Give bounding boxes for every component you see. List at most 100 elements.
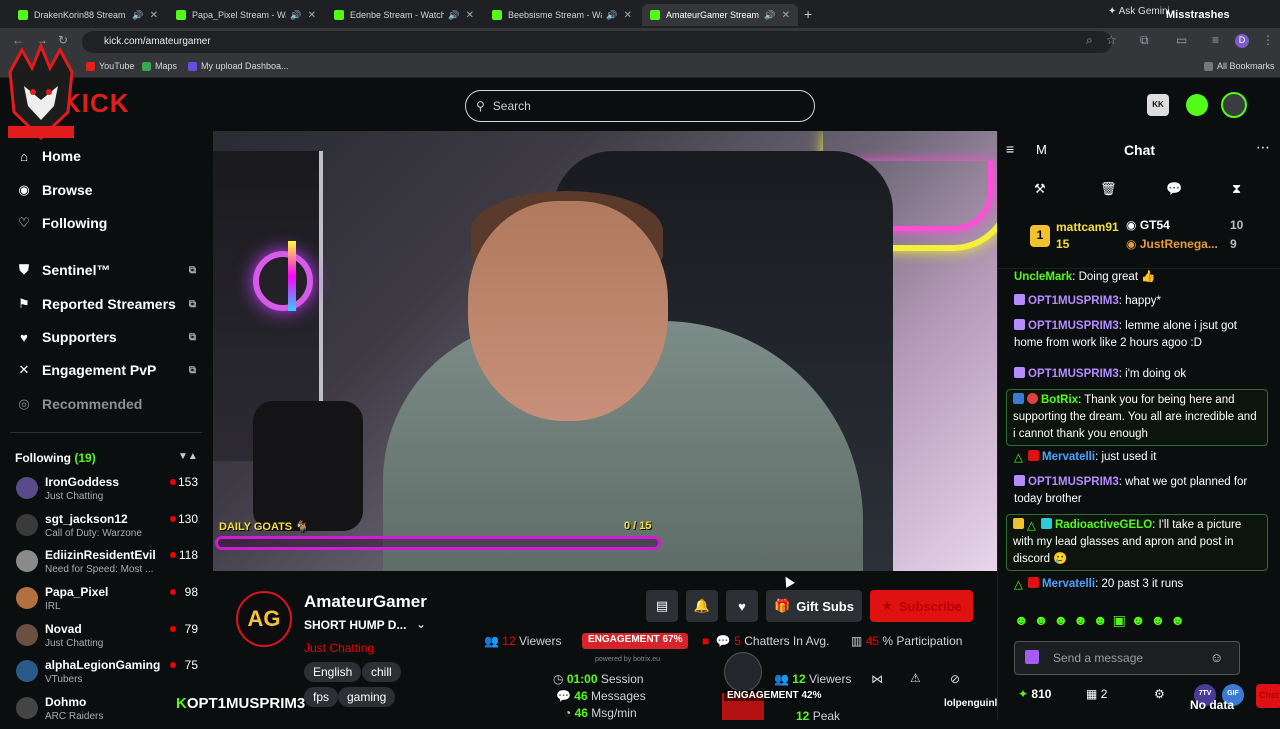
url-field[interactable]: kick.com/amateurgamer — [82, 31, 1112, 53]
share-icon[interactable]: ⋈ — [871, 672, 883, 686]
search-input[interactable]: ⚲ Search — [465, 90, 815, 122]
streamer-avatar[interactable]: AG — [236, 591, 292, 647]
ask-gemini-button[interactable]: ✦ Ask Gemini — [1108, 6, 1170, 17]
hammer-icon[interactable]: ⚒ — [1034, 181, 1046, 197]
browser-tab[interactable]: DrakenKorin88 Stream - W🔊✕ — [10, 4, 166, 26]
sidebar-item-recommended[interactable]: ◎ Recommended — [16, 396, 202, 412]
avatar — [16, 624, 38, 646]
close-tab-icon[interactable]: ✕ — [308, 10, 316, 21]
browser-tab-active[interactable]: AmateurGamer Stream - W🔊✕ — [642, 4, 798, 26]
following-item[interactable]: Papa_Pixel IRL 98 — [16, 585, 202, 619]
all-bookmarks[interactable]: All Bookmarks — [1204, 61, 1275, 71]
leader-first-name[interactable]: mattcam91 — [1056, 220, 1119, 234]
following-item[interactable]: sgt_jackson12 Call of Duty: Warzone 130 — [16, 512, 202, 546]
viewers-secondary-stat: 👥 12 Viewers — [774, 672, 852, 686]
address-bar: ← → ↻ kick.com/amateurgamer ⌕ ☆ ⧉ ▭ ≡ D … — [0, 28, 1280, 56]
heart-icon: ♡ — [18, 215, 30, 230]
follow-button[interactable]: ♥ — [726, 590, 758, 622]
swords-icon: ✕ — [18, 362, 30, 377]
chat-settings-icon[interactable]: ⚙ — [1154, 687, 1165, 701]
leader-third-name[interactable]: ◉ JustRenega... — [1126, 237, 1218, 251]
chat-message-field[interactable] — [1053, 648, 1203, 668]
new-tab-button[interactable]: + — [804, 6, 812, 22]
engagement-secondary: ENGAGEMENT 42% — [724, 690, 825, 701]
sidebar-item-supporters[interactable]: ♥ Supporters ⧉ — [16, 329, 202, 345]
bookmark-star-icon[interactable]: ☆ — [1106, 33, 1117, 47]
chat-bubble-icon[interactable]: 💬 — [1166, 181, 1182, 197]
following-item[interactable]: IronGoddess Just Chatting 153 — [16, 475, 202, 509]
browser-tab[interactable]: Edenbe Stream - Watch Liv🔊✕ — [326, 4, 482, 26]
profile-avatar[interactable]: D — [1235, 34, 1249, 48]
notifications-button[interactable]: 🔔 — [686, 590, 718, 622]
streamer-name[interactable]: AmateurGamer — [304, 592, 427, 612]
user-avatar[interactable] — [1221, 92, 1247, 118]
heart-icon: ♥ — [738, 598, 746, 614]
following-item[interactable]: alphaLegionGaming VTubers 75 — [16, 658, 202, 692]
zoom-icon[interactable]: ⌕ — [1086, 33, 1093, 48]
chat-message: OPT1MUSPRIM3: i'm doing ok — [1014, 366, 1268, 383]
sort-arrows-icon[interactable]: ▼▲ — [178, 451, 198, 462]
hourglass-icon[interactable]: ⧗ — [1232, 181, 1241, 197]
sidebar-item-engagement-pvp[interactable]: ✕ Engagement PvP ⧉ — [16, 362, 202, 378]
bookmark-youtube[interactable]: YouTube — [86, 61, 134, 71]
browse-icon: ◉ — [18, 182, 30, 197]
cast-icon[interactable]: ▭ — [1176, 33, 1187, 47]
kick-favicon-icon — [650, 10, 660, 20]
emote-quick-bar[interactable]: ☻☻☻☻☻▣☻☻☻ — [1014, 612, 1190, 629]
sidebar-item-home[interactable]: ⌂ Home — [16, 148, 202, 164]
sidebar-divider — [10, 432, 202, 433]
browser-tab[interactable]: Papa_Pixel Stream - Watch🔊✕ — [168, 4, 324, 26]
leader-second-name[interactable]: ◉ GT54 — [1126, 218, 1170, 232]
bookmark-upload[interactable]: My upload Dashboa... — [188, 61, 289, 71]
participation-stat: ▥ 45 % Participation — [851, 634, 963, 648]
video-player[interactable]: DAILY GOATS 🐐 0 / 15 — [213, 131, 997, 571]
browser-tab[interactable]: Beebsisme Stream - Watch🔊✕ — [484, 4, 640, 26]
tag[interactable]: fps — [304, 687, 339, 707]
kick-kcoin-icon[interactable]: KK — [1147, 94, 1169, 116]
live-dot-icon — [170, 552, 176, 558]
msgmin-stat: ◔ 46 Msg/min — [564, 706, 637, 720]
sidebar-item-browse[interactable]: ◉ Browse — [16, 182, 202, 198]
no-effects-icon[interactable]: ⊘ — [950, 672, 960, 686]
trash-icon[interactable]: 🗑 — [1100, 181, 1117, 197]
chat-bubble-icon: 💬 — [715, 634, 731, 648]
video-scene-mic — [253, 401, 363, 531]
tag[interactable]: English — [304, 662, 362, 682]
kick-points-icon[interactable] — [1186, 94, 1208, 116]
following-item[interactable]: Dohmo ARC Raiders — [16, 695, 202, 729]
close-tab-icon[interactable]: ✕ — [150, 10, 158, 21]
send-chat-button[interactable]: Chat — [1256, 684, 1280, 708]
tag[interactable]: gaming — [338, 687, 396, 707]
sidebar-item-following[interactable]: ♡ Following — [16, 215, 202, 231]
bookmark-maps[interactable]: Maps — [142, 61, 177, 71]
close-tab-icon[interactable]: ✕ — [624, 10, 632, 21]
subscribe-button[interactable]: ★ Subscribe — [870, 590, 973, 622]
stream-category[interactable]: Just Chatting — [304, 641, 374, 655]
sub-badge-icon — [1014, 367, 1025, 378]
flag-icon: ⚑ — [18, 296, 30, 311]
gift-icon[interactable] — [1025, 650, 1039, 664]
botrix-badge-icon — [1027, 393, 1038, 404]
following-item[interactable]: EdiizinResidentEvil Need for Speed: Most … — [16, 548, 202, 582]
tag[interactable]: chill — [362, 662, 401, 682]
theater-mode-button[interactable]: ▤ — [646, 590, 678, 622]
close-tab-icon[interactable]: ✕ — [466, 10, 474, 21]
leader-second-count: 10 — [1230, 218, 1244, 232]
reading-list-icon[interactable]: ≡ — [1212, 33, 1219, 47]
following-item[interactable]: Novad Just Chatting 79 — [16, 622, 202, 656]
chat-input[interactable]: ☺ — [1014, 641, 1240, 675]
sub-badge-icon — [1014, 294, 1025, 305]
channel-points[interactable]: ✦ 810 — [1018, 687, 1051, 701]
gift-icon: 🎁 — [774, 598, 791, 613]
menu-icon[interactable]: ⋮ — [1262, 33, 1274, 47]
sidebar-item-reported-streamers[interactable]: ⚑ Reported Streamers ⧉ — [16, 296, 202, 312]
sidebar-item-sentinel[interactable]: ⛊ Sentinel™ ⧉ — [16, 262, 202, 278]
chevron-down-icon[interactable]: ⌄ — [416, 617, 426, 631]
gift-subs-button[interactable]: 🎁 Gift Subs — [766, 590, 862, 622]
more-options-icon[interactable]: ⋯ — [1256, 139, 1270, 156]
close-tab-icon[interactable]: ✕ — [782, 10, 790, 21]
report-icon[interactable]: ⚠ — [910, 671, 921, 685]
emoji-icon[interactable]: ☺ — [1210, 650, 1223, 665]
extensions-icon[interactable]: ⧉ — [1140, 33, 1149, 48]
gift-counter[interactable]: ▦ 2 — [1086, 687, 1107, 701]
